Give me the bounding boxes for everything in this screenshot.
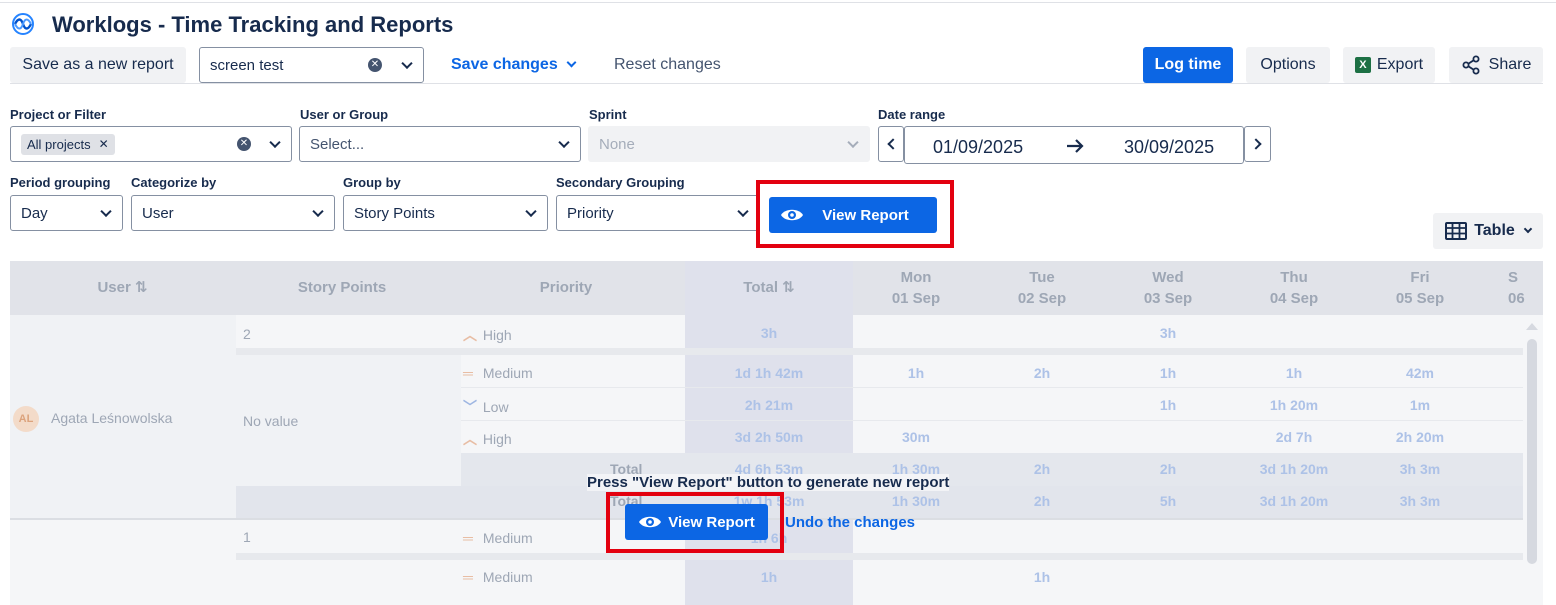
- report-name: screen test: [210, 56, 284, 74]
- period-grouping-label: Period grouping: [10, 175, 111, 190]
- reset-changes-button[interactable]: Reset changes: [614, 56, 721, 74]
- toolbar-divider: [10, 83, 1543, 84]
- view-report-label: View Report: [822, 206, 909, 224]
- share-label: Share: [1488, 56, 1532, 73]
- chevron-left-icon: [887, 138, 899, 150]
- remove-tag-icon[interactable]: ✕: [99, 137, 109, 151]
- secondary-grouping-label: Secondary Grouping: [556, 175, 685, 190]
- eye-icon: [781, 209, 803, 221]
- share-button[interactable]: Share: [1449, 47, 1543, 83]
- chevron-down-icon: [525, 205, 537, 218]
- next-period-button[interactable]: [1244, 126, 1271, 162]
- period-grouping-select[interactable]: Day: [10, 195, 123, 231]
- sprint-select: None: [588, 126, 870, 162]
- chevron-right-icon: [1250, 138, 1262, 150]
- chevron-down-icon: [566, 57, 577, 68]
- user-group-label: User or Group: [300, 107, 389, 122]
- report-selector[interactable]: screen test ✕: [199, 47, 424, 83]
- clear-icon[interactable]: ✕: [368, 58, 382, 72]
- project-tag: All projects ✕: [21, 133, 115, 155]
- log-time-button[interactable]: Log time: [1143, 47, 1233, 83]
- export-button[interactable]: X Export: [1343, 47, 1435, 83]
- view-report-button[interactable]: View Report: [769, 197, 937, 233]
- regenerate-notice: Press "View Report" button to generate n…: [587, 474, 950, 491]
- chevron-down-icon: [100, 205, 112, 218]
- project-filter-label: Project or Filter: [10, 107, 107, 122]
- date-from[interactable]: 01/09/2025: [933, 137, 1023, 158]
- sprint-value: None: [599, 135, 635, 153]
- chevron-down-icon: [312, 205, 324, 218]
- secondary-grouping-value: Priority: [567, 204, 614, 222]
- save-changes-label: Save changes: [451, 56, 558, 73]
- chevron-down-icon: [401, 57, 413, 70]
- period-grouping-value: Day: [21, 204, 48, 222]
- chevron-down-icon: [847, 136, 859, 149]
- group-by-select[interactable]: Story Points: [343, 195, 548, 231]
- chevron-down-icon: [558, 136, 570, 149]
- chevron-down-icon: [1523, 224, 1533, 234]
- group-by-value: Story Points: [354, 204, 435, 222]
- export-label: Export: [1376, 56, 1424, 73]
- top-border: [0, 2, 1556, 3]
- secondary-grouping-select[interactable]: Priority: [556, 195, 760, 231]
- chevron-down-icon: [269, 136, 281, 149]
- view-report-button-notice[interactable]: View Report: [625, 504, 768, 540]
- date-range-picker[interactable]: 01/09/2025 30/09/2025: [904, 126, 1244, 164]
- prev-period-button[interactable]: [878, 126, 904, 162]
- share-icon: [1462, 55, 1480, 75]
- categorize-by-label: Categorize by: [131, 175, 217, 190]
- group-by-label: Group by: [343, 175, 401, 190]
- undo-changes-link[interactable]: Undo the changes: [785, 514, 915, 531]
- clear-icon[interactable]: ✕: [237, 137, 251, 151]
- categorize-by-value: User: [142, 204, 174, 222]
- view-mode-label: Table: [1474, 222, 1515, 239]
- eye-icon: [639, 516, 662, 528]
- excel-icon: X: [1354, 57, 1371, 73]
- categorize-by-select[interactable]: User: [131, 195, 335, 231]
- arrow-right-icon: [1067, 139, 1084, 153]
- app-logo-icon: [12, 13, 34, 35]
- table-fade-overlay: [10, 261, 1543, 605]
- sprint-label: Sprint: [589, 107, 627, 122]
- page-title: Worklogs - Time Tracking and Reports: [52, 12, 454, 37]
- chevron-down-icon: [737, 205, 749, 218]
- save-changes-button[interactable]: Save changes: [451, 56, 577, 74]
- user-group-placeholder: Select...: [310, 135, 365, 153]
- table-icon: [1445, 222, 1468, 240]
- date-to[interactable]: 30/09/2025: [1124, 137, 1214, 158]
- project-tag-label: All projects: [27, 136, 91, 152]
- user-group-select[interactable]: Select...: [299, 126, 581, 162]
- project-filter-select[interactable]: All projects ✕ ✕: [10, 126, 292, 162]
- date-range-label: Date range: [878, 107, 946, 122]
- options-button[interactable]: Options: [1246, 47, 1330, 83]
- view-mode-select[interactable]: Table: [1433, 213, 1543, 249]
- view-report-label: View Report: [668, 513, 755, 531]
- save-as-new-report-button[interactable]: Save as a new report: [10, 47, 186, 83]
